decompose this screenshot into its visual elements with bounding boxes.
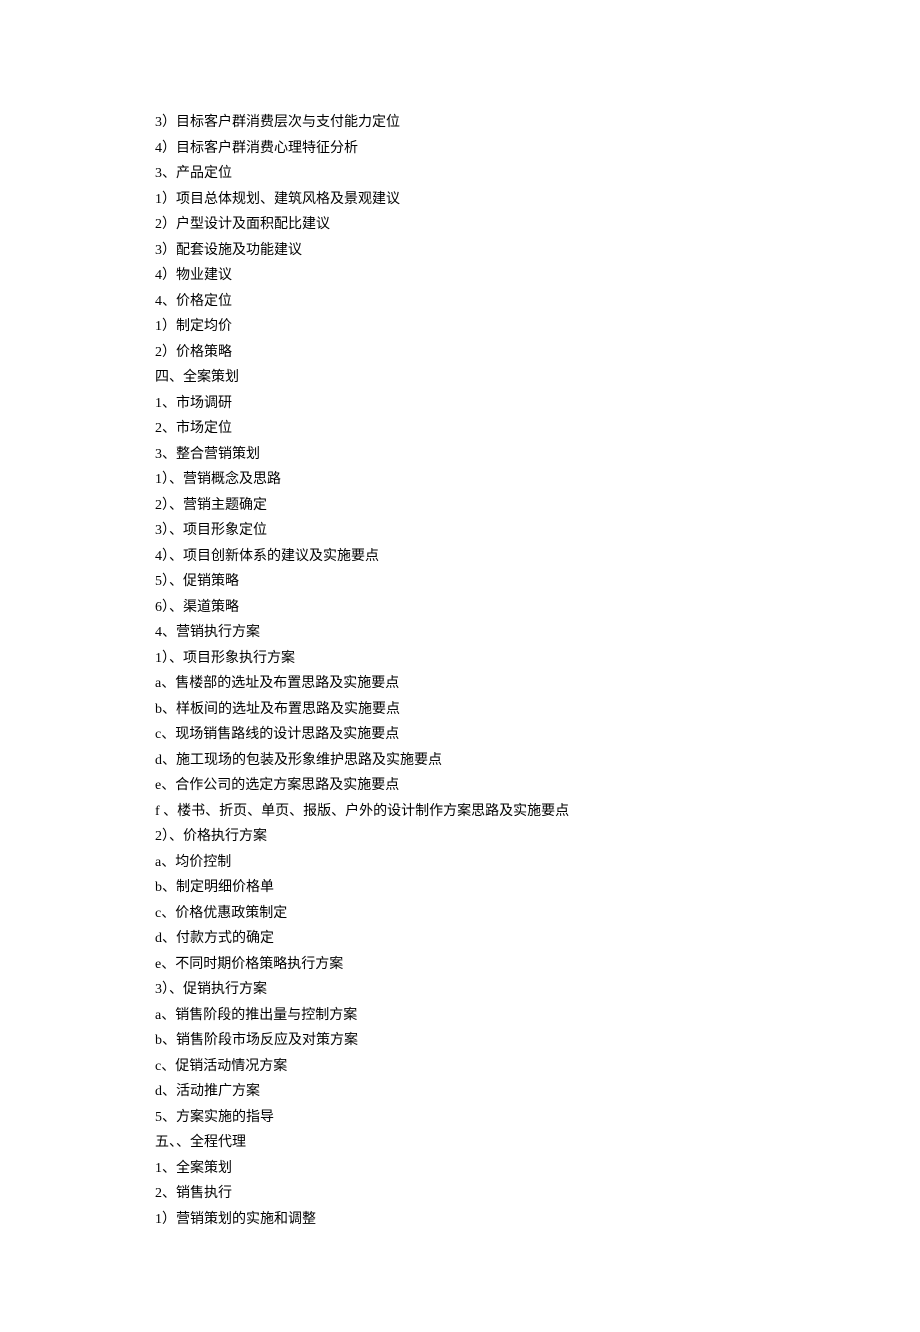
outline-item: 四、全案策划 [155, 365, 765, 391]
outline-item: f 、楼书、折页、单页、报版、户外的设计制作方案思路及实施要点 [155, 799, 765, 825]
outline-item: 2、销售执行 [155, 1181, 765, 1207]
outline-item: a、均价控制 [155, 850, 765, 876]
outline-item: 3、产品定位 [155, 161, 765, 187]
outline-item: 3）目标客户群消费层次与支付能力定位 [155, 110, 765, 136]
outline-item: 3）、项目形象定位 [155, 518, 765, 544]
outline-item: 1）制定均价 [155, 314, 765, 340]
outline-item: 5）、促销策略 [155, 569, 765, 595]
outline-item: 6）、渠道策略 [155, 595, 765, 621]
outline-item: d、活动推广方案 [155, 1079, 765, 1105]
outline-item: 4）物业建议 [155, 263, 765, 289]
outline-item: 4、价格定位 [155, 289, 765, 315]
outline-item: e、不同时期价格策略执行方案 [155, 952, 765, 978]
outline-item: 1）、营销概念及思路 [155, 467, 765, 493]
outline-item: 4）目标客户群消费心理特征分析 [155, 136, 765, 162]
outline-item: c、价格优惠政策制定 [155, 901, 765, 927]
outline-item: b、样板间的选址及布置思路及实施要点 [155, 697, 765, 723]
outline-item: e、合作公司的选定方案思路及实施要点 [155, 773, 765, 799]
outline-item: 5、方案实施的指导 [155, 1105, 765, 1131]
outline-item: c、现场销售路线的设计思路及实施要点 [155, 722, 765, 748]
outline-item: 2）、营销主题确定 [155, 493, 765, 519]
outline-item: 2）、价格执行方案 [155, 824, 765, 850]
outline-item: c、促销活动情况方案 [155, 1054, 765, 1080]
outline-item: b、制定明细价格单 [155, 875, 765, 901]
outline-item: a、销售阶段的推出量与控制方案 [155, 1003, 765, 1029]
outline-item: 2、市场定位 [155, 416, 765, 442]
outline-item: 4）、项目创新体系的建议及实施要点 [155, 544, 765, 570]
outline-item: d、付款方式的确定 [155, 926, 765, 952]
outline-item: b、销售阶段市场反应及对策方案 [155, 1028, 765, 1054]
outline-item: 3、整合营销策划 [155, 442, 765, 468]
outline-item: 1、全案策划 [155, 1156, 765, 1182]
outline-item: 2）户型设计及面积配比建议 [155, 212, 765, 238]
outline-item: 1）、项目形象执行方案 [155, 646, 765, 672]
outline-item: 4、营销执行方案 [155, 620, 765, 646]
outline-item: d、施工现场的包装及形象维护思路及实施要点 [155, 748, 765, 774]
outline-item: 3）、促销执行方案 [155, 977, 765, 1003]
outline-item: a、售楼部的选址及布置思路及实施要点 [155, 671, 765, 697]
document-page: 3）目标客户群消费层次与支付能力定位 4）目标客户群消费心理特征分析 3、产品定… [0, 0, 920, 1332]
outline-item: 1）项目总体规划、建筑风格及景观建议 [155, 187, 765, 213]
outline-item: 1）营销策划的实施和调整 [155, 1207, 765, 1233]
outline-item: 五、、全程代理 [155, 1130, 765, 1156]
outline-item: 2）价格策略 [155, 340, 765, 366]
outline-item: 3）配套设施及功能建议 [155, 238, 765, 264]
outline-item: 1、市场调研 [155, 391, 765, 417]
